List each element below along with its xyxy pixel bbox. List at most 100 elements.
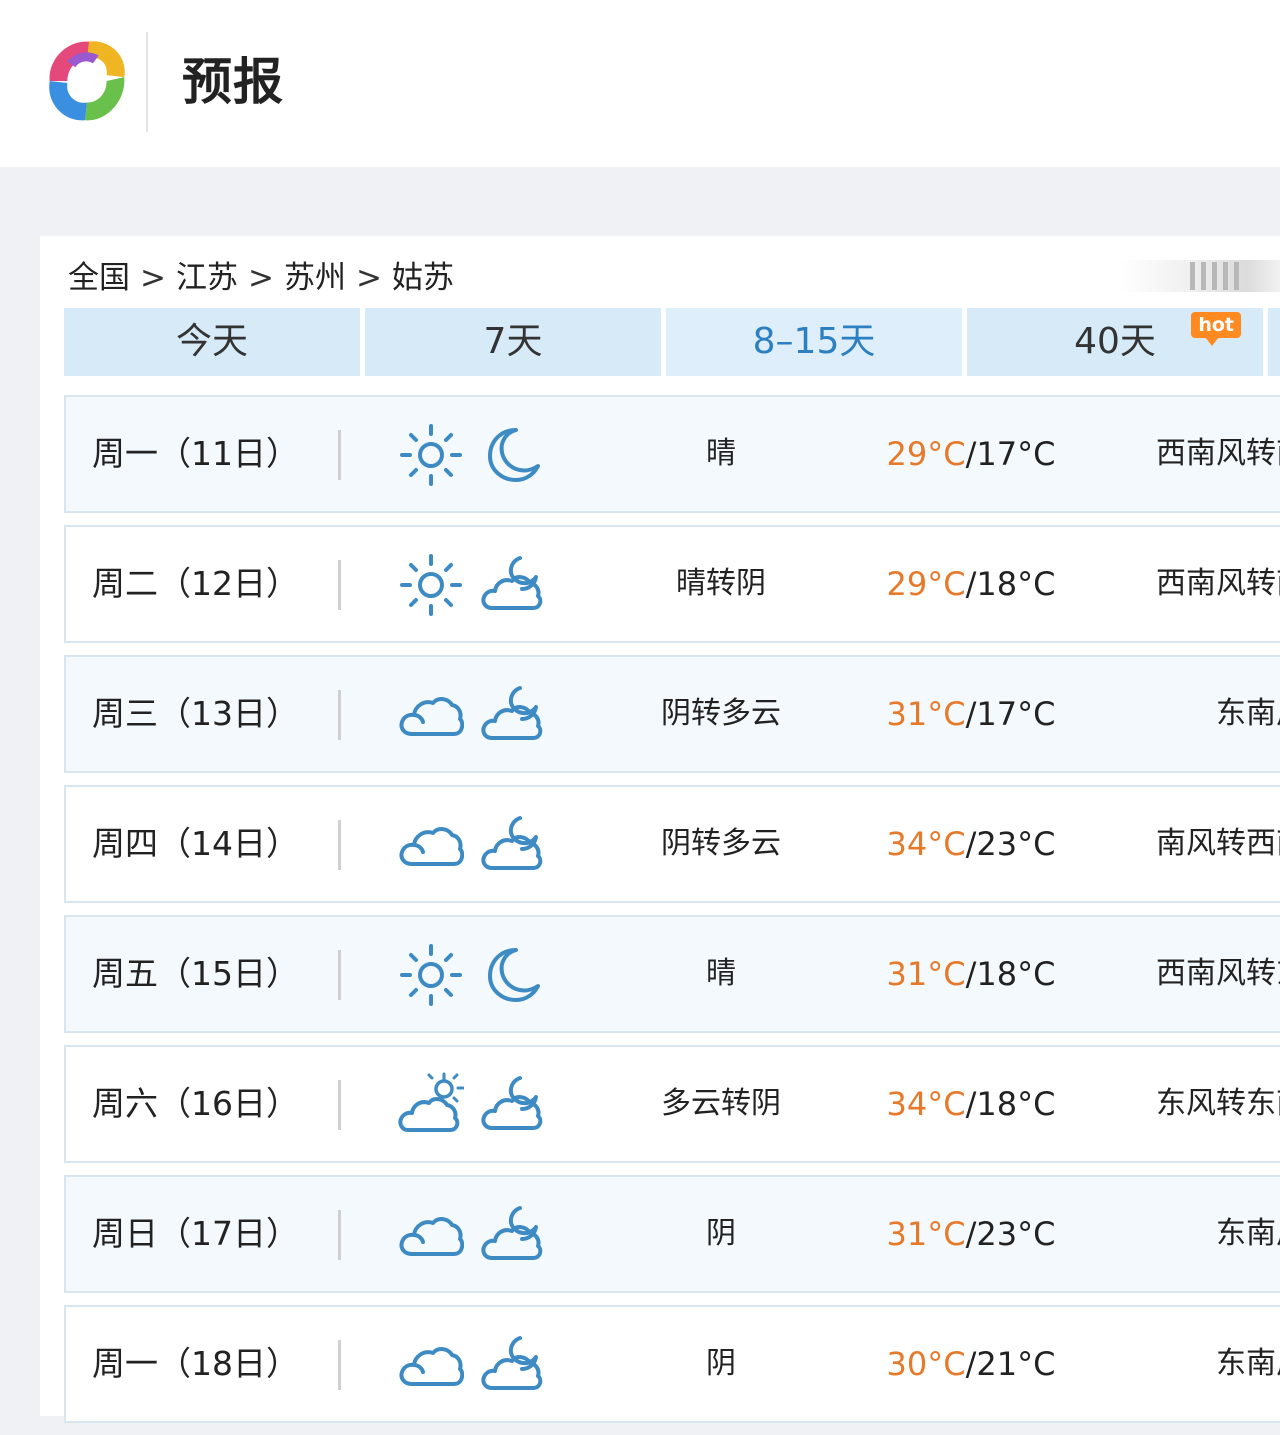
forecast-row[interactable]: 周一（18日） 阴 30°C/21°C 东南风 — [64, 1305, 1280, 1423]
header-divider — [146, 32, 148, 132]
temp-high: 30°C — [886, 1345, 966, 1383]
breadcrumb-item-country[interactable]: 全国 — [68, 260, 130, 296]
forecast-temperature: 31°C/23°C — [856, 1177, 1086, 1291]
breadcrumb-separator: > — [247, 260, 274, 296]
forecast-day: 周一（11日） — [92, 434, 299, 473]
temp-high: 29°C — [886, 565, 966, 603]
temp-separator: / — [965, 435, 977, 473]
breadcrumb-item-district: 姑苏 — [391, 260, 454, 296]
forecast-row[interactable]: 周三（13日） 阴转多云 31°C/17°C 东南风 — [64, 655, 1280, 773]
forecast-wind: 东风转东南 — [1156, 1086, 1280, 1121]
tab-today[interactable]: 今天 — [64, 308, 360, 376]
tab-8-15-days[interactable]: 8–15天 — [666, 308, 962, 376]
forecast-condition: 晴转阴 — [676, 566, 766, 601]
forecast-row[interactable]: 周六（16日） 多云转阴 34°C/18°C 东风转东南 — [64, 1045, 1280, 1163]
forecast-card: 全国 > 江苏 > 苏州 > 姑苏 今天 7天 8–15天 40天 hot 周一（11日） … — [40, 236, 1280, 1423]
tab-40-days-label: 40天 — [1074, 321, 1156, 362]
forecast-temperature: 31°C/18°C — [856, 917, 1086, 1031]
temp-separator: / — [965, 955, 977, 993]
sun-icon — [398, 552, 464, 618]
breadcrumb-item-province[interactable]: 江苏 — [176, 260, 238, 296]
forecast-condition: 阴转多云 — [661, 826, 781, 861]
breadcrumb-separator: > — [355, 260, 382, 296]
app-logo-icon[interactable] — [38, 32, 136, 130]
forecast-temperature: 34°C/18°C — [856, 1047, 1086, 1161]
forecast-condition: 晴 — [706, 436, 736, 471]
temp-low: 23°C — [976, 1215, 1056, 1253]
temp-high: 31°C — [886, 1215, 966, 1253]
cloud-moon-icon — [480, 812, 546, 878]
forecast-wind: 东南风 — [1216, 696, 1280, 731]
forecast-condition: 阴转多云 — [661, 696, 781, 731]
temp-high: 34°C — [886, 825, 966, 863]
forecast-day: 周六（16日） — [92, 1084, 299, 1123]
temp-low: 18°C — [976, 565, 1056, 603]
forecast-wind: 南风转西南 — [1156, 826, 1280, 861]
moon-icon — [480, 422, 546, 488]
share-bars-icon[interactable] — [1190, 262, 1239, 290]
forecast-wind: 东南风 — [1216, 1346, 1280, 1381]
cloud-moon-icon — [480, 1202, 546, 1268]
row-divider — [338, 1080, 341, 1130]
temp-separator: / — [965, 1345, 977, 1383]
forecast-row[interactable]: 周一（11日） 晴 29°C/17°C 西南风转南 — [64, 395, 1280, 513]
forecast-temperature: 30°C/21°C — [856, 1307, 1086, 1421]
cloud-moon-icon — [480, 1332, 546, 1398]
sun-icon — [398, 422, 464, 488]
hot-badge: hot — [1191, 312, 1241, 346]
tab-7-days[interactable]: 7天 — [365, 308, 661, 376]
row-divider — [338, 950, 341, 1000]
forecast-wind: 西南风转东 — [1156, 956, 1280, 991]
forecast-row[interactable]: 周四（14日） 阴转多云 34°C/23°C 南风转西南 — [64, 785, 1280, 903]
temp-high: 34°C — [886, 1085, 966, 1123]
moon-icon — [480, 942, 546, 1008]
forecast-wind: 东南风 — [1216, 1216, 1280, 1251]
forecast-temperature: 29°C/17°C — [856, 397, 1086, 511]
app-header: 预报 — [0, 0, 1280, 167]
forecast-day: 周二（12日） — [92, 564, 299, 603]
temp-low: 18°C — [976, 1085, 1056, 1123]
forecast-row[interactable]: 周五（15日） 晴 31°C/18°C 西南风转东 — [64, 915, 1280, 1033]
forecast-condition: 多云转阴 — [661, 1086, 781, 1121]
tab-40-days[interactable]: 40天 hot — [967, 308, 1263, 376]
page-title: 预报 — [182, 53, 284, 111]
cloud-moon-icon — [480, 1072, 546, 1138]
breadcrumb-separator: > — [140, 260, 166, 296]
sun-icon — [398, 942, 464, 1008]
temp-low: 23°C — [976, 825, 1056, 863]
forecast-day: 周四（14日） — [92, 824, 299, 863]
cloud-icon — [398, 1332, 464, 1398]
temp-separator: / — [965, 1085, 977, 1123]
row-divider — [338, 820, 341, 870]
row-divider — [338, 430, 341, 480]
forecast-row[interactable]: 周二（12日） 晴转阴 29°C/18°C 西南风转南 — [64, 525, 1280, 643]
breadcrumb-item-city[interactable]: 苏州 — [284, 260, 346, 296]
tab-more[interactable] — [1268, 308, 1280, 376]
row-divider — [338, 1210, 341, 1260]
temp-low: 18°C — [976, 955, 1056, 993]
cloud-moon-icon — [480, 682, 546, 748]
forecast-temperature: 29°C/18°C — [856, 527, 1086, 641]
temp-low: 17°C — [976, 435, 1056, 473]
temp-high: 31°C — [886, 695, 966, 733]
cloud-icon — [398, 1202, 464, 1268]
temp-high: 29°C — [886, 435, 966, 473]
forecast-condition: 阴 — [706, 1216, 736, 1251]
cloud-icon — [398, 682, 464, 748]
forecast-condition: 晴 — [706, 956, 736, 991]
forecast-row[interactable]: 周日（17日） 阴 31°C/23°C 东南风 — [64, 1175, 1280, 1293]
cloud-moon-icon — [480, 552, 546, 618]
temp-low: 21°C — [976, 1345, 1056, 1383]
temp-low: 17°C — [976, 695, 1056, 733]
temp-high: 31°C — [886, 955, 966, 993]
row-divider — [338, 690, 341, 740]
cloud-sun-icon — [398, 1072, 464, 1138]
forecast-day: 周五（15日） — [92, 954, 299, 993]
temp-separator: / — [965, 825, 977, 863]
row-divider — [338, 1340, 341, 1390]
forecast-day: 周三（13日） — [92, 694, 299, 733]
temp-separator: / — [965, 695, 977, 733]
forecast-list: 周一（11日） 晴 29°C/17°C 西南风转南 周二（12日） 晴转阴 29… — [64, 395, 1280, 1435]
breadcrumb: 全国 > 江苏 > 苏州 > 姑苏 — [68, 258, 454, 298]
temp-separator: / — [965, 1215, 977, 1253]
